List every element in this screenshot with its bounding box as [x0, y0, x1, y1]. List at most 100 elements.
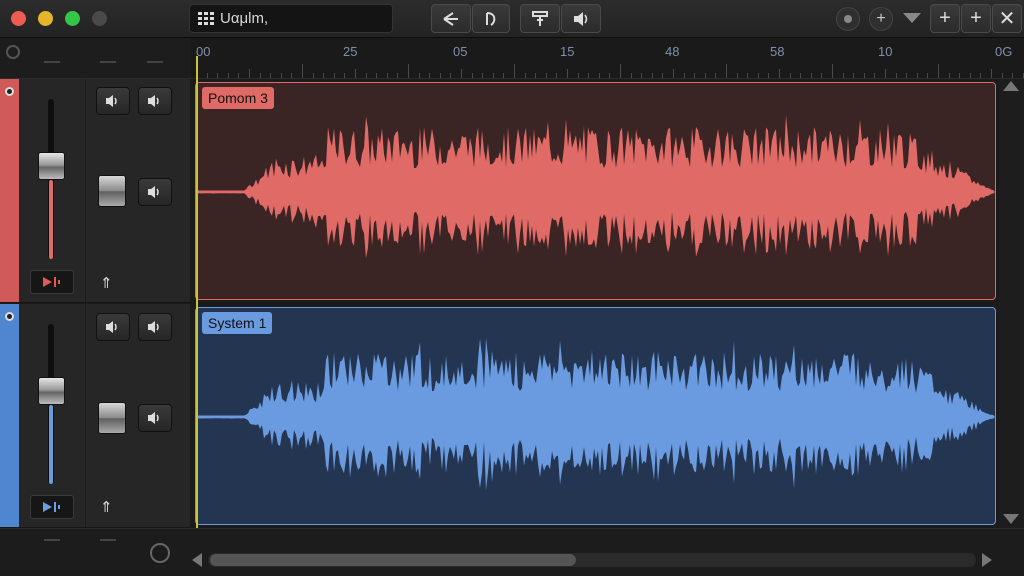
ruler-tick — [577, 73, 579, 78]
ruler-tick — [259, 73, 261, 78]
scroll-down-icon[interactable] — [1003, 514, 1019, 524]
globe-icon[interactable] — [150, 543, 170, 563]
monitor-button[interactable] — [138, 404, 172, 432]
pan-knob[interactable] — [98, 402, 126, 434]
input-arrow-icon[interactable]: ⇑ — [100, 274, 113, 292]
ruler-tick — [482, 73, 484, 78]
ruler-tick — [355, 69, 356, 78]
ruler-tick — [980, 73, 982, 78]
ruler-tick — [503, 73, 505, 78]
solo-button[interactable] — [138, 313, 172, 341]
record-arm-button[interactable] — [5, 87, 14, 96]
bottom-bar — [0, 528, 1024, 576]
scroll-up-icon[interactable] — [1003, 81, 1019, 91]
mute-button[interactable] — [96, 313, 130, 341]
ruler-tick — [821, 73, 823, 78]
plus-icon: + — [939, 7, 951, 29]
ruler-tick — [545, 73, 547, 78]
volume-fader-knob[interactable] — [38, 377, 65, 406]
play-icon — [43, 502, 60, 512]
ruler-tick — [227, 73, 229, 78]
ruler-tick — [662, 73, 664, 78]
minimize-window-button[interactable] — [38, 11, 53, 26]
ruler-tick — [683, 73, 685, 78]
track-list-header — [0, 39, 190, 79]
ruler-label: 58 — [770, 44, 785, 59]
input-arrow-icon[interactable]: ⇑ — [100, 498, 113, 516]
record-arm-button[interactable] — [5, 312, 14, 321]
plus-icon: + — [970, 7, 982, 29]
close-window-button[interactable] — [11, 11, 26, 26]
ruler-tick — [694, 73, 696, 78]
track-color-strip — [0, 304, 19, 527]
header-marker — [44, 61, 60, 63]
timeline-ruler[interactable]: 00 25 05 15 48 58 10 0G — [190, 39, 1024, 79]
ruler-tick — [450, 73, 452, 78]
extra-window-button[interactable] — [92, 11, 107, 26]
ruler-tick — [789, 73, 791, 78]
dropdown-icon[interactable] — [903, 13, 921, 23]
scroll-right-icon[interactable] — [982, 553, 992, 567]
ruler-tick — [620, 64, 621, 78]
ruler-tick — [969, 73, 971, 78]
ruler-tick — [217, 73, 219, 78]
ruler-tick — [916, 73, 918, 78]
ruler-tick — [726, 64, 727, 78]
audio-region[interactable]: Pomom 3 — [195, 82, 996, 300]
vertical-scrollbar[interactable] — [999, 79, 1024, 528]
monitor-button[interactable] — [138, 178, 172, 206]
filter-button[interactable] — [520, 4, 560, 33]
audio-region[interactable]: System 1 — [195, 307, 996, 525]
ruler-tick — [408, 64, 409, 78]
pan-knob[interactable] — [98, 175, 126, 207]
ruler-tick — [768, 73, 770, 78]
horizontal-scroll-thumb[interactable] — [210, 554, 576, 566]
speaker-icon — [148, 321, 159, 333]
ruler-tick — [386, 73, 388, 78]
volume-fader-knob[interactable] — [38, 152, 65, 181]
close-button[interactable]: ✕ — [992, 4, 1022, 33]
track-header-1: ⇑ — [0, 79, 190, 303]
zoom-window-button[interactable] — [65, 11, 80, 26]
track-lane-1[interactable]: Pomom 3 — [190, 79, 999, 303]
back-button[interactable] — [431, 4, 471, 33]
ruler-tick — [302, 64, 303, 78]
scroll-left-icon[interactable] — [192, 553, 202, 567]
ruler-tick — [779, 69, 780, 78]
speaker-button[interactable] — [561, 4, 601, 33]
ruler-tick — [630, 73, 632, 78]
region-label: System 1 — [202, 312, 273, 334]
speaker-icon — [574, 11, 588, 26]
track-play-button[interactable] — [30, 270, 74, 294]
ruler-tick — [206, 73, 208, 78]
add-bus-button[interactable]: + — [961, 4, 991, 33]
ruler-label: 00 — [196, 44, 211, 59]
daw-window: Uαμlm, + + + ✕ 00 25 05 15 48 58 10 0G ⇑… — [0, 0, 1024, 576]
speaker-icon — [148, 95, 159, 107]
solo-button[interactable] — [138, 87, 172, 115]
ruler-tick — [651, 73, 653, 78]
settings-icon[interactable] — [6, 45, 20, 59]
close-icon: ✕ — [998, 8, 1016, 30]
footer-marker — [100, 539, 116, 541]
ruler-tick — [747, 73, 749, 78]
circle-button[interactable] — [836, 7, 860, 31]
track-color-strip — [0, 79, 19, 302]
ruler-tick — [874, 73, 876, 78]
ruler-tick — [249, 69, 250, 78]
pen-tool-button[interactable] — [472, 4, 510, 33]
volume-fader-fill — [49, 180, 53, 259]
project-name-field[interactable]: Uαμlm, — [189, 4, 393, 33]
track-play-button[interactable] — [30, 495, 74, 519]
ruler-tick — [991, 69, 992, 78]
add-track-button[interactable]: + — [930, 4, 960, 33]
add-icon: + — [876, 10, 886, 27]
waveform — [196, 114, 995, 259]
mute-button[interactable] — [96, 87, 130, 115]
track-lane-2[interactable]: System 1 — [190, 304, 999, 528]
ruler-tick — [959, 73, 961, 78]
ruler-tick — [853, 73, 855, 78]
add-button[interactable]: + — [869, 7, 893, 31]
playhead[interactable] — [196, 56, 198, 528]
ruler-label: 48 — [665, 44, 680, 59]
